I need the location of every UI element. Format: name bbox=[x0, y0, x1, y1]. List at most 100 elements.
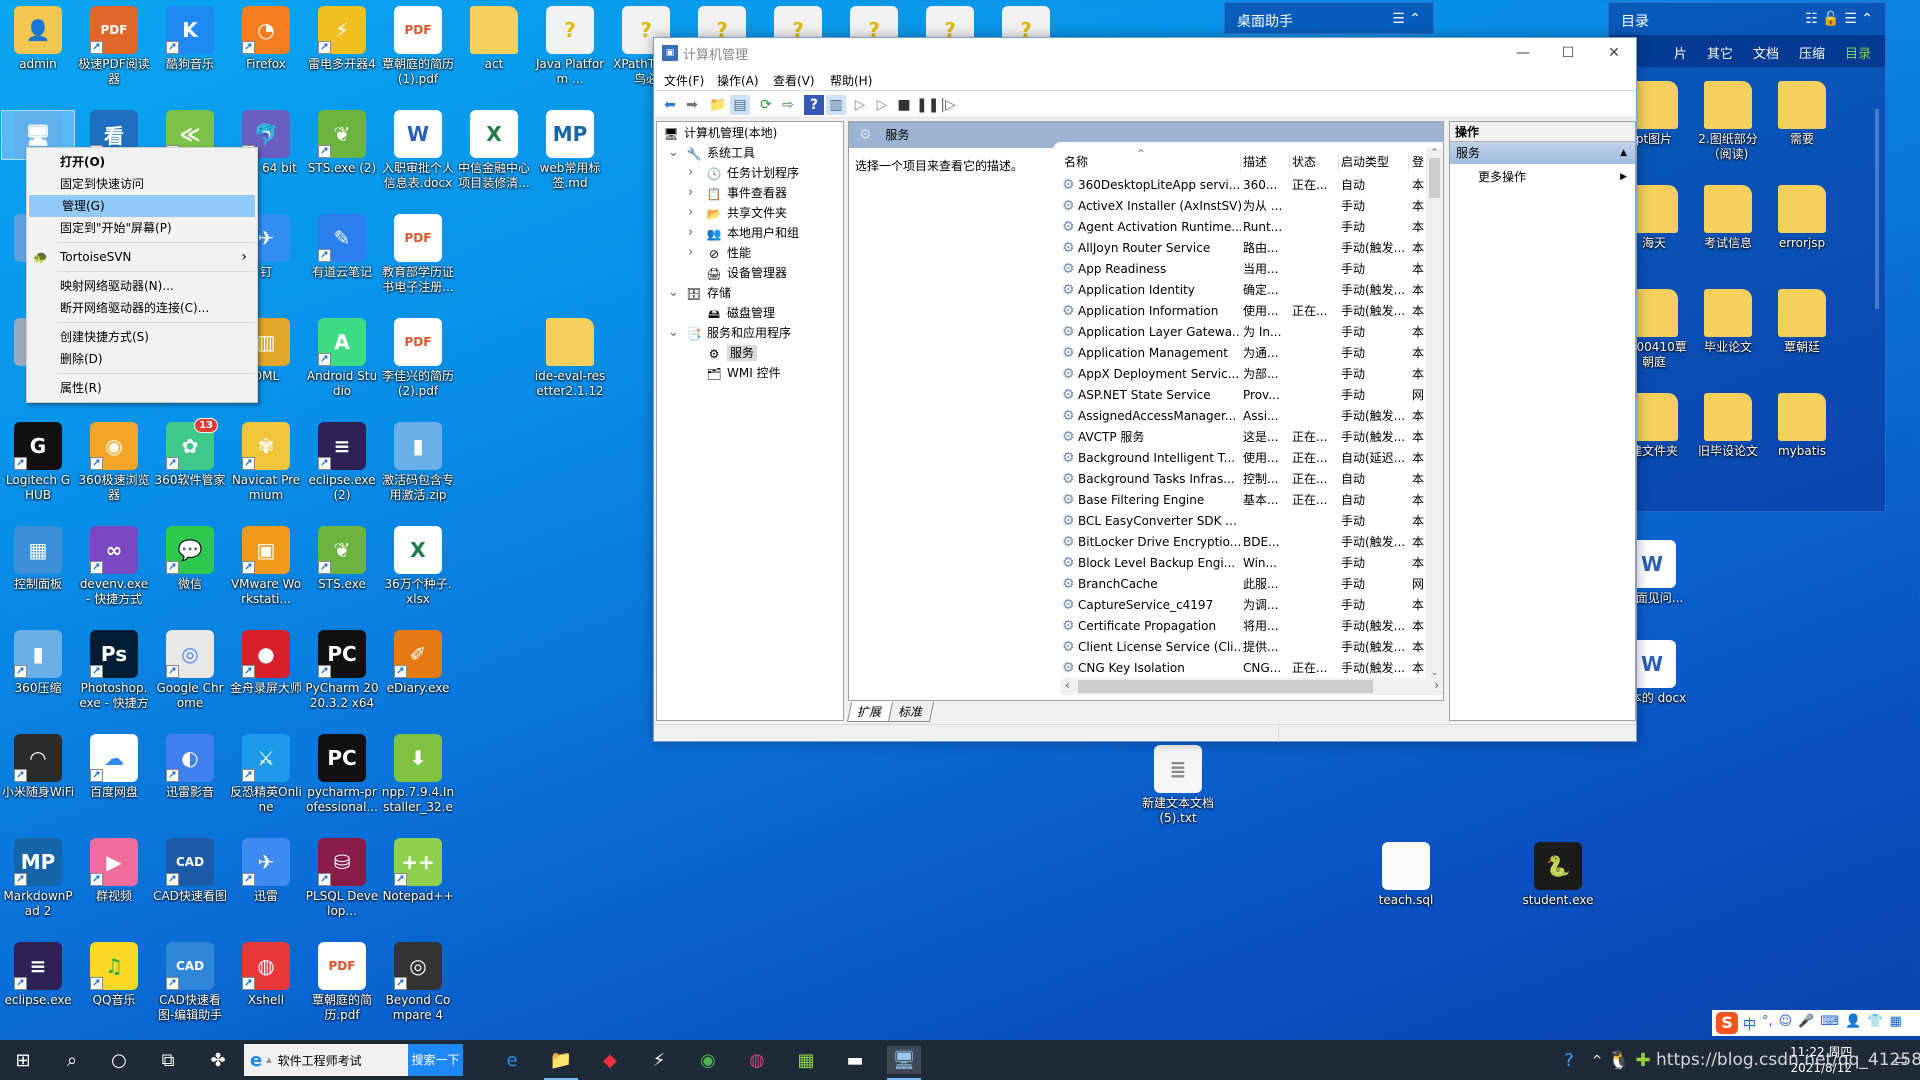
desktop-icon[interactable]: ⚡ ↗ 雷电多开器4 bbox=[305, 6, 379, 72]
service-row[interactable]: ⚙ Background Intelligent T... 使用... 正在... 自动… bbox=[1061, 448, 1426, 469]
service-row[interactable]: ⚙ Client License Service (Cli... 提供... 手动(触… bbox=[1061, 637, 1426, 658]
desktop-icon[interactable]: ⛁ ↗ PLSQL Develop... bbox=[305, 838, 379, 919]
ime-button[interactable]: 👤 bbox=[1845, 1014, 1861, 1033]
maximize-button[interactable]: ☐ bbox=[1545, 38, 1591, 68]
desktop-icon[interactable]: ✾ ↗ Navicat Premium bbox=[229, 422, 303, 503]
terminal-icon[interactable]: ▬ bbox=[838, 1046, 872, 1074]
ime-button[interactable]: °, bbox=[1762, 1014, 1773, 1033]
desktop-icon[interactable]: ✐ ↗ eDiary.exe bbox=[381, 630, 455, 696]
desktop-icon[interactable]: ▮ 激活码包含专用激活.zip bbox=[381, 422, 455, 503]
service-row[interactable]: ⚙ ActiveX Installer (AxInstSV) 为从 ... 手动 本 bbox=[1061, 196, 1426, 217]
ime-button[interactable]: 中 bbox=[1743, 1014, 1756, 1033]
context-menu-item[interactable]: 映射网络驱动器(N)... bbox=[27, 275, 257, 297]
search-submit-button[interactable]: 搜索一下 bbox=[408, 1044, 463, 1076]
start-button[interactable]: ⊞ bbox=[6, 1046, 40, 1074]
service-row[interactable]: ⚙ Application Management 为通... 手动 本 bbox=[1061, 343, 1426, 364]
tree-item[interactable]: 🖨 设备管理器 bbox=[706, 263, 787, 283]
search-icon[interactable]: ⌕ bbox=[55, 1046, 89, 1074]
menu-action[interactable]: 操作(A) bbox=[717, 72, 759, 89]
desktop-icon[interactable]: ⬇npp.7.9.4.Installer_32.exe bbox=[381, 734, 455, 816]
desktop-icon[interactable]: ✎ ↗ 有道云笔记 bbox=[305, 214, 379, 280]
fence-menu-icon[interactable]: ☷ 🔓 ☰ ⌃ bbox=[1805, 11, 1873, 27]
fence-tab[interactable]: 片 bbox=[1674, 43, 1687, 62]
collapse-icon[interactable]: ▲ bbox=[1620, 142, 1627, 164]
desktop-icon[interactable]: X 36万个种子.xlsx bbox=[381, 526, 455, 607]
chrome-icon[interactable]: ◉ bbox=[691, 1046, 725, 1074]
desktop-icon[interactable]: 毕业论文 bbox=[1691, 289, 1765, 355]
show-action-pane-icon[interactable]: ▥ bbox=[826, 95, 846, 115]
desktop-icon[interactable]: G ↗ Logitech G HUB bbox=[1, 422, 75, 503]
tree-item[interactable]: 🖥 计算机管理(本地) bbox=[663, 123, 777, 143]
desktop-icon[interactable]: W 入职审批个人信息表.docx bbox=[381, 110, 455, 191]
desktop-icon[interactable]: ∞ ↗ devenv.exe - 快捷方式 bbox=[77, 526, 151, 607]
close-button[interactable]: ✕ bbox=[1591, 38, 1637, 68]
desktop-icon[interactable]: ✿ ↗ 13 360软件管家 bbox=[153, 418, 227, 488]
tree-item[interactable]: ⌄ 📑 服务和应用程序 bbox=[668, 323, 791, 343]
service-row[interactable]: ⚙ Agent Activation Runtime... Runt... 手动 本 bbox=[1061, 217, 1426, 238]
desktop-icon[interactable]: ◔ ↗ Firefox bbox=[229, 6, 303, 72]
lightning-app-icon[interactable]: ⚡ bbox=[642, 1046, 676, 1074]
tree-item[interactable]: › 🕓 任务计划程序 bbox=[688, 163, 799, 183]
expand-chevron-icon[interactable]: › bbox=[688, 243, 693, 263]
column-header[interactable]: 启动类型 bbox=[1341, 152, 1409, 173]
desktop-icon[interactable]: ❦ ↗ STS.exe bbox=[305, 526, 379, 592]
collapse-chevron-icon[interactable]: ⌄ bbox=[668, 143, 679, 163]
collapse-chevron-icon[interactable]: ⌄ bbox=[668, 323, 679, 343]
tree-item[interactable]: ⚙ 服务 bbox=[706, 343, 758, 363]
desktop-icon[interactable]: teach.sql bbox=[1369, 842, 1443, 908]
taskbar-search-box[interactable]: e ▲ 软件工程师考试 bbox=[244, 1044, 408, 1076]
desktop-icon[interactable]: CAD ↗ CAD快速看图 bbox=[153, 838, 227, 904]
vertical-scrollbar[interactable]: ⌃ ⌄ bbox=[1426, 148, 1443, 678]
edge-icon[interactable]: e bbox=[495, 1046, 529, 1074]
desktop-icon[interactable]: PDF 覃朝庭的简历.pdf bbox=[305, 942, 379, 1023]
service-row[interactable]: ⚙ Background Tasks Infras... 控制... 正在... 自动 本 bbox=[1061, 469, 1426, 490]
fence-tab[interactable]: 其它 bbox=[1707, 43, 1733, 62]
desktop-icon[interactable]: ≡ ↗ eclipse.exe bbox=[1, 942, 75, 1008]
desktop-icon[interactable]: X 中信金融中心项目装修清... bbox=[457, 110, 531, 191]
context-menu-item[interactable]: 断开网络驱动器的连接(C)... bbox=[27, 297, 257, 319]
pinwheel-app-icon[interactable]: ✤ bbox=[201, 1046, 235, 1074]
fence-tab[interactable]: 压缩 bbox=[1799, 43, 1825, 62]
tree-item[interactable]: ⌄ 🔧 系统工具 bbox=[668, 143, 755, 163]
desktop-icon[interactable]: 👤 admin bbox=[1, 6, 75, 72]
fence-menu-icon[interactable]: ☰ ⌃ bbox=[1392, 11, 1421, 27]
desktop-icon[interactable]: PC ↗ PyCharm 2020.3.2 x64 bbox=[305, 630, 379, 711]
menu-help[interactable]: 帮助(H) bbox=[830, 72, 872, 89]
tree-item[interactable]: › 📂 共享文件夹 bbox=[688, 203, 787, 223]
diamond-app-icon[interactable]: ◆ bbox=[593, 1046, 627, 1074]
context-menu-item[interactable]: TortoiseSVN 🐢 › bbox=[27, 246, 257, 268]
service-row[interactable]: ⚙ BranchCache 此服... 手动 网 bbox=[1061, 574, 1426, 595]
desktop-icon[interactable]: A ↗ Android Studio bbox=[305, 318, 379, 399]
fence-tab[interactable]: 文档 bbox=[1753, 43, 1779, 62]
desktop-icon[interactable]: mybatis bbox=[1765, 393, 1839, 459]
stop-service-icon[interactable]: ■ bbox=[894, 95, 914, 115]
desktop-icon[interactable]: PC pycharm-professional... bbox=[305, 734, 379, 815]
desktop-icon[interactable]: MP ↗ MarkdownPad 2 bbox=[1, 838, 75, 919]
menu-view[interactable]: 查看(V) bbox=[773, 72, 815, 89]
service-row[interactable]: ⚙ Application Identity 确定... 手动(触发... 本 bbox=[1061, 280, 1426, 301]
desktop-icon[interactable]: ≡ ↗ eclipse.exe (2) bbox=[305, 422, 379, 503]
desktop-icon[interactable]: ⚔ ↗ 反恐精英Online bbox=[229, 734, 303, 815]
service-row[interactable]: ⚙ Application Information 使用... 正在... 手动(触发.… bbox=[1061, 301, 1426, 322]
service-row[interactable]: ⚙ AllJoyn Router Service 路由... 手动(触发... 本 bbox=[1061, 238, 1426, 259]
desktop-icon[interactable]: ✈ ↗ 迅雷 bbox=[229, 838, 303, 904]
context-menu-item[interactable]: 删除(D) bbox=[27, 348, 257, 370]
desktop-icon[interactable]: PDF ↗ 极速PDF阅读器 bbox=[77, 6, 151, 87]
desktop-icon[interactable]: ❦ ↗ STS.exe (2) bbox=[305, 110, 379, 176]
spreadsheet-app-icon[interactable]: ▦ bbox=[789, 1046, 823, 1074]
ime-button[interactable]: ☺ bbox=[1779, 1014, 1793, 1033]
desktop-icon[interactable]: 覃朝廷 bbox=[1765, 289, 1839, 355]
desktop-icon[interactable]: 考试信息 bbox=[1691, 185, 1765, 251]
desktop-icon[interactable]: ▦ 控制面板 bbox=[1, 526, 75, 592]
desktop-icon[interactable]: errorjsp bbox=[1765, 185, 1839, 251]
computer-management-icon[interactable]: 🖥 bbox=[887, 1046, 921, 1080]
service-row[interactable]: ⚙ 360DesktopLiteApp servi... 360... 正在... 自动… bbox=[1061, 175, 1426, 196]
desktop-icon[interactable]: ≣ 新建文本文档(5).txt bbox=[1141, 745, 1215, 826]
desktop-icon[interactable]: ▮ ↗ 360压缩 bbox=[1, 630, 75, 696]
context-menu-item[interactable]: 打开(O) bbox=[27, 151, 257, 173]
more-actions-item[interactable]: 更多操作 ▶ bbox=[1450, 166, 1635, 188]
desktop-icon[interactable]: ◍ ↗ Xshell bbox=[229, 942, 303, 1008]
context-menu-item[interactable]: 固定到"开始"屏幕(P) bbox=[27, 217, 257, 239]
context-menu-item[interactable]: 管理(G) bbox=[29, 195, 255, 217]
desktop-icon[interactable]: ◎ ↗ Google Chrome bbox=[153, 630, 227, 711]
